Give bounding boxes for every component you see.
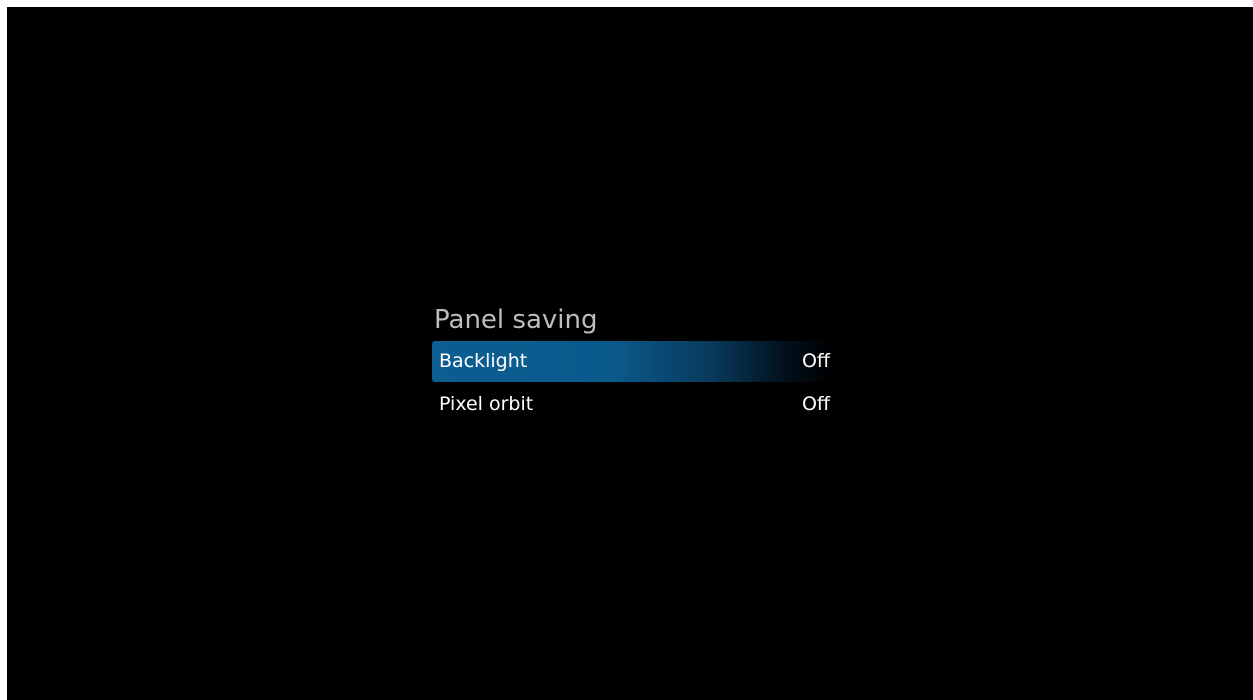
tv-screen: Panel saving Backlight Off Pixel orbit O…	[7, 7, 1253, 700]
menu-item-label: Backlight	[439, 350, 528, 372]
panel-title: Panel saving	[434, 305, 598, 335]
menu-item-pixel-orbit[interactable]: Pixel orbit Off	[432, 384, 832, 425]
menu-item-label: Pixel orbit	[439, 393, 534, 415]
menu-item-backlight[interactable]: Backlight Off	[432, 341, 832, 382]
menu-item-value: Off	[801, 350, 830, 372]
panel-saving-menu: Panel saving Backlight Off Pixel orbit O…	[432, 301, 832, 425]
menu-item-value: Off	[801, 393, 830, 415]
